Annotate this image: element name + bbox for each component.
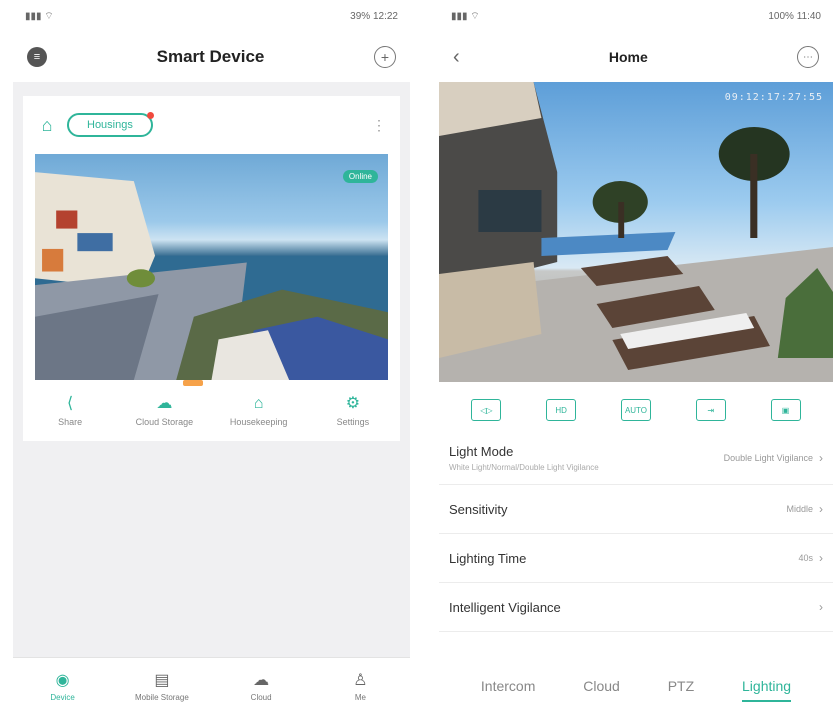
plus-circle-icon[interactable]: + [373,46,396,68]
settings-button[interactable]: ⚙ Settings [311,395,395,427]
more-icon[interactable]: ⋮ [372,117,386,134]
chevron-right-icon: › [819,600,823,614]
group-label: Housings [87,119,133,131]
setting-light-mode[interactable]: Light Mode White Light/Normal/Double Lig… [439,432,833,485]
person-icon: ♙ [353,672,368,689]
camera-icon: ◉ [55,672,70,689]
device-card: ⌂ Housings ⋮ Online ⟨ Share ☁ Cloud Stor… [23,96,400,441]
camera-image [439,82,833,382]
setting-text: Light Mode White Light/Normal/Double Lig… [449,444,639,473]
setting-title: Light Mode [449,443,514,459]
nav-bar: ‹ Home ⋯ [439,32,833,82]
page-title: Home [608,49,648,65]
home-camera-screen: ▮▮▮ ⌔ 100% 11:40 ‹ Home ⋯ 09:12:17:27:55… [439,0,833,716]
live-camera-view[interactable]: 09:12:17:27:55 [439,82,833,382]
more-circle-icon[interactable]: ⋯ [796,46,819,68]
setting-title: Intelligent Vigilance [449,599,561,615]
online-badge: Online [342,170,378,183]
tab-lighting[interactable]: Lighting [742,678,792,702]
setting-lighting-time[interactable]: Lighting Time 40s › [439,534,833,583]
menu-icon[interactable]: ≡ [27,47,47,67]
status-bar: ▮▮▮ ⌔ 39% 12:22 [13,0,410,32]
lighting-settings-list: Light Mode White Light/Normal/Double Lig… [439,432,833,632]
audio-toggle-button[interactable]: ◁▷ [471,399,502,421]
camera-controls: ◁▷ HD AUTO ⇥ ▣ [439,390,833,430]
page-title: Smart Device [156,47,265,66]
camera-image [35,172,388,380]
tab-device[interactable]: ◉ Device [18,672,108,702]
setting-value: Double Light Vigilance › [723,451,823,465]
tab-mobile-storage[interactable]: ▤ Mobile Storage [117,672,207,702]
house-icon: ⌂ [41,114,53,135]
quality-hd-button[interactable]: HD [546,399,577,421]
bottom-tab-bar: ◉ Device ▤ Mobile Storage ☁ Cloud ♙ Me [13,657,410,716]
cloud-icon: ☁ [156,395,173,412]
back-chevron-icon[interactable]: ‹ [453,46,460,69]
tab-cloud[interactable]: Cloud [583,678,620,694]
status-bar: ▮▮▮ ⌔ 100% 11:40 [439,0,833,32]
setting-value: Middle › [786,502,823,516]
signal-icon: ▮▮▮ ⌔ [25,10,54,22]
share-icon: ⟨ [67,395,74,412]
setting-intelligent-vigilance[interactable]: Intelligent Vigilance › [439,583,833,632]
chevron-right-icon: › [819,502,823,516]
cloud-icon: ☁ [253,672,270,689]
snapshot-button[interactable]: ▣ [770,399,801,421]
status-info: 39% 12:22 [350,10,398,22]
card-header: ⌂ Housings ⋮ [23,96,400,154]
storage-icon: ▤ [154,672,170,689]
cloud-storage-button[interactable]: ☁ Cloud Storage [122,395,206,427]
feature-tab-bar: Intercom Cloud PTZ Lighting [439,656,833,716]
setting-subtitle: White Light/Normal/Double Light Vigilanc… [449,462,599,472]
share-button[interactable]: ⟨ Share [28,395,112,427]
camera-preview[interactable]: Online [35,154,388,380]
setting-value: 40s › [798,551,823,565]
tab-intercom[interactable]: Intercom [481,678,535,694]
gear-icon: ⚙ [345,395,361,412]
chevron-right-icon: › [819,451,823,465]
setting-title: Lighting Time [449,550,527,566]
auto-mode-button[interactable]: AUTO [620,399,651,421]
home-icon: ⌂ [253,395,264,412]
tab-cloud[interactable]: ☁ Cloud [216,672,306,702]
fullscreen-button[interactable]: ⇥ [695,399,726,421]
chevron-right-icon: › [819,551,823,565]
camera-timestamp: 09:12:17:27:55 [724,92,823,103]
setting-title: Sensitivity [449,501,508,517]
status-info: 100% 11:40 [768,10,821,22]
tab-me[interactable]: ♙ Me [315,672,405,702]
setting-sensitivity[interactable]: Sensitivity Middle › [439,485,833,534]
group-pill[interactable]: Housings [67,112,154,137]
smart-device-screen: ▮▮▮ ⌔ 39% 12:22 ≡ Smart Device + ⌂ Housi… [13,0,410,716]
notification-dot [146,112,154,119]
signal-icon: ▮▮▮ ⌔ [451,10,480,22]
card-actions: ⟨ Share ☁ Cloud Storage ⌂ Housekeeping ⚙… [23,384,400,438]
setting-value: › [813,600,823,614]
housekeeping-button[interactable]: ⌂ Housekeeping [217,395,301,427]
tab-ptz[interactable]: PTZ [668,678,694,694]
nav-bar: ≡ Smart Device + [13,32,410,82]
